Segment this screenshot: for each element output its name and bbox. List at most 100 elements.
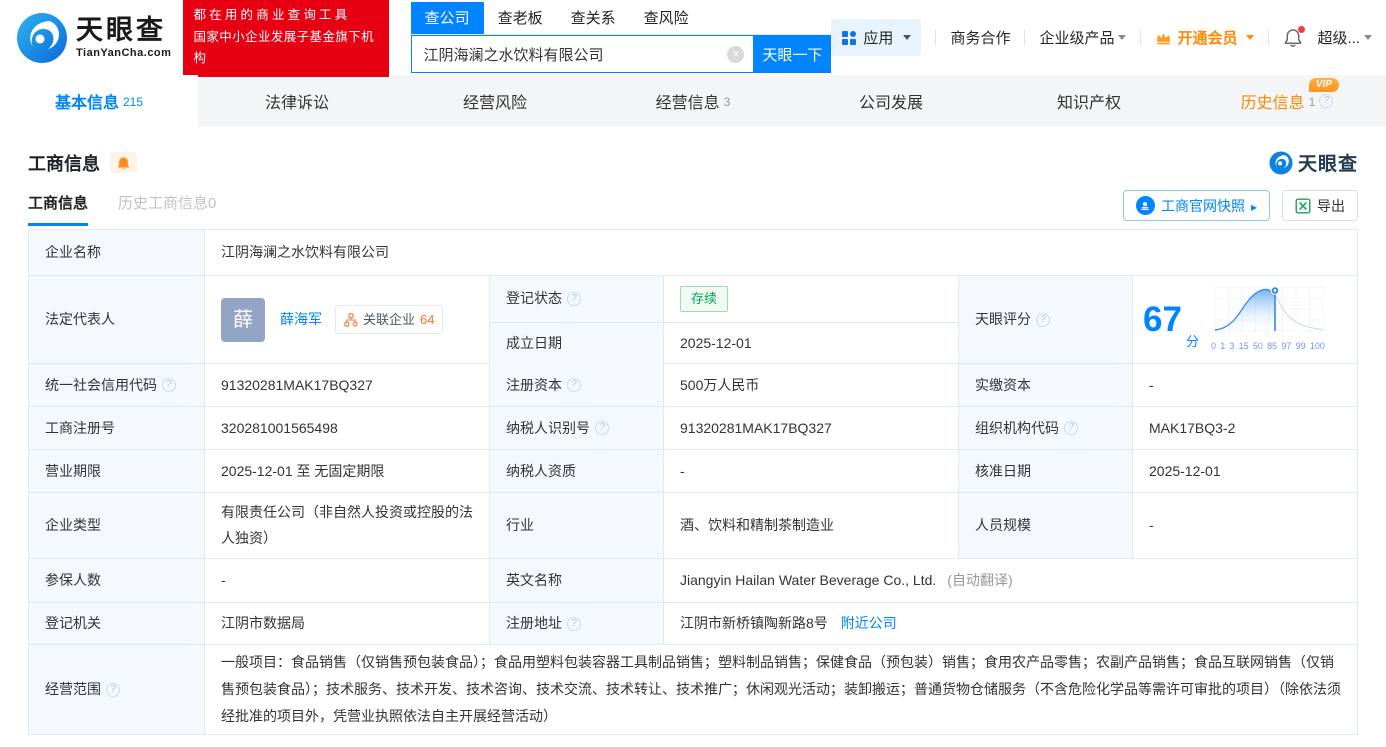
divider xyxy=(1140,30,1141,45)
subtab-business-info[interactable]: 工商信息 xyxy=(28,192,88,226)
tab-label: 公司发展 xyxy=(859,89,923,113)
divider xyxy=(1268,30,1269,45)
reg-capital-label: 注册资本 xyxy=(490,364,664,406)
related-companies-badge[interactable]: 关联企业 64 xyxy=(335,305,443,335)
approval-date-label: 核准日期 xyxy=(959,450,1133,492)
related-label: 关联企业 xyxy=(363,310,415,330)
export-label: 导出 xyxy=(1317,196,1345,216)
subtab-history-business-info[interactable]: 历史工商信息0 xyxy=(118,192,216,226)
export-button[interactable]: 导出 xyxy=(1282,190,1358,221)
divider xyxy=(1024,30,1025,45)
help-icon[interactable] xyxy=(106,683,120,697)
vip-badge: VIP xyxy=(1309,78,1339,92)
vip-label: 开通会员 xyxy=(1177,27,1237,48)
tab-count: 3 xyxy=(724,95,731,109)
watermark-logo: 天眼查 xyxy=(1269,149,1358,176)
tab-company-development[interactable]: 公司发展 xyxy=(792,75,990,127)
reg-authority-label: 登记机关 xyxy=(29,603,205,644)
reg-number-label: 工商注册号 xyxy=(29,407,205,449)
search-tab-boss[interactable]: 查老板 xyxy=(484,2,557,34)
legal-rep-cell: 薛 薛海军 关联企业 64 xyxy=(205,276,490,363)
chevron-down-icon xyxy=(1118,35,1126,40)
reg-status-label: 登记状态 xyxy=(490,276,664,322)
stamp-icon xyxy=(1136,196,1155,215)
help-icon[interactable] xyxy=(567,617,581,631)
company-type-label: 企业类型 xyxy=(29,493,205,558)
chart-x-ticks: 0131550859799100 xyxy=(1209,340,1327,354)
tab-legal-proceedings[interactable]: 法律诉讼 xyxy=(198,75,396,127)
tab-label: 历史信息 xyxy=(1241,89,1305,113)
nearby-companies-link[interactable]: 附近公司 xyxy=(841,613,897,634)
official-snapshot-button[interactable]: 工商官网快照 xyxy=(1123,190,1270,221)
score-label: 天眼评分 xyxy=(959,276,1133,363)
approval-date-value: 2025-12-01 xyxy=(1133,450,1357,492)
help-icon[interactable] xyxy=(1036,313,1050,327)
reg-authority-value: 江阴市数据局 xyxy=(205,603,490,644)
paid-capital-value: - xyxy=(1133,364,1357,406)
clear-search-icon[interactable] xyxy=(727,46,744,63)
business-scope-value: 一般项目：食品销售（仅销售预包装食品）；食品用塑料包装容器工具制品销售；塑料制品… xyxy=(205,645,1357,734)
snapshot-label: 工商官网快照 xyxy=(1161,196,1245,216)
business-term-value: 2025-12-01 至 无固定期限 xyxy=(205,450,490,492)
open-vip-menu[interactable]: 开通会员 xyxy=(1155,27,1254,48)
help-icon[interactable] xyxy=(1319,94,1333,108)
tab-operation-info[interactable]: 经营信息 3 xyxy=(594,75,792,127)
taxpayer-quality-label: 纳税人资质 xyxy=(490,450,664,492)
help-icon[interactable] xyxy=(567,378,581,392)
tab-history-info[interactable]: VIP 历史信息 1 xyxy=(1188,75,1386,127)
search-button[interactable]: 天眼一下 xyxy=(753,35,831,73)
credit-code-value: 91320281MAK17BQ327 xyxy=(205,364,490,406)
tab-intellectual-property[interactable]: 知识产权 xyxy=(990,75,1188,127)
business-coop-link[interactable]: 商务合作 xyxy=(950,27,1010,48)
reg-status-cell: 存续 xyxy=(664,276,959,322)
tianyancha-swirl-icon xyxy=(1269,151,1293,175)
address-label: 注册地址 xyxy=(490,603,664,644)
score-distribution-chart: 0131550859799100 xyxy=(1209,285,1327,354)
apps-label: 应用 xyxy=(863,27,893,48)
header-menu: 应用 商务合作 企业级产品 开通会员 超级... xyxy=(831,19,1372,56)
subscribe-bell-chip[interactable] xyxy=(110,152,137,173)
legal-rep-name-link[interactable]: 薛海军 xyxy=(280,309,322,330)
establish-date-label: 成立日期 xyxy=(490,323,664,364)
search-input[interactable] xyxy=(412,36,754,72)
legal-rep-avatar[interactable]: 薛 xyxy=(221,298,265,342)
help-icon[interactable] xyxy=(162,378,176,392)
search-tab-risk[interactable]: 查风险 xyxy=(630,2,703,34)
org-code-value: MAK17BQ3-2 xyxy=(1133,407,1357,449)
search-tab-company[interactable]: 查公司 xyxy=(411,2,484,34)
english-name-value: Jiangyin Hailan Water Beverage Co., Ltd. xyxy=(680,570,936,591)
promo-banner: 都在用的商业查询工具 国家中小企业发展子基金旗下机构 xyxy=(183,0,388,77)
org-chart-icon xyxy=(344,313,358,327)
industry-value: 酒、饮料和精制茶制造业 xyxy=(664,493,959,558)
apps-menu[interactable]: 应用 xyxy=(831,19,921,56)
tab-operation-risk[interactable]: 经营风险 xyxy=(396,75,594,127)
tab-label: 法律诉讼 xyxy=(265,89,329,113)
enterprise-products-menu[interactable]: 企业级产品 xyxy=(1039,27,1126,48)
taxpayer-quality-value: - xyxy=(664,450,959,492)
logo-title: 天眼查 xyxy=(76,17,171,44)
tab-basic-info[interactable]: 基本信息 215 xyxy=(0,75,198,127)
tab-label: 知识产权 xyxy=(1057,89,1121,113)
credit-code-label: 统一社会信用代码 xyxy=(29,364,205,406)
top-header: 天眼查 TianYanCha.com 都在用的商业查询工具 国家中小企业发展子基… xyxy=(0,0,1386,75)
tab-label: 经营风险 xyxy=(463,89,527,113)
tianyancha-swirl-icon xyxy=(16,12,68,64)
chevron-down-icon xyxy=(1364,35,1372,40)
reg-capital-value: 500万人民币 xyxy=(664,364,959,406)
promo-line1: 都在用的商业查询工具 xyxy=(193,5,378,27)
staff-size-label: 人员规模 xyxy=(959,493,1133,558)
super-vip-menu[interactable]: 超级... xyxy=(1317,27,1372,48)
taxpayer-id-label: 纳税人识别号 xyxy=(490,407,664,449)
search-module: 查公司 查老板 查关系 查风险 天眼一下 xyxy=(411,2,832,73)
business-info-table: 企业名称 江阴海澜之水饮料有限公司 法定代表人 薛 薛海军 关联企业 64 xyxy=(28,229,1358,735)
logo-domain: TianYanCha.com xyxy=(76,47,171,59)
tianyancha-logo[interactable]: 天眼查 TianYanCha.com xyxy=(16,12,171,64)
help-icon[interactable] xyxy=(595,421,609,435)
notifications-bell[interactable] xyxy=(1283,28,1303,48)
business-scope-label: 经营范围 xyxy=(29,645,205,734)
divider xyxy=(935,30,936,45)
help-icon[interactable] xyxy=(1064,421,1078,435)
help-icon[interactable] xyxy=(567,292,581,306)
search-tab-relation[interactable]: 查关系 xyxy=(557,2,630,34)
company-name-value: 江阴海澜之水饮料有限公司 xyxy=(205,230,1357,275)
